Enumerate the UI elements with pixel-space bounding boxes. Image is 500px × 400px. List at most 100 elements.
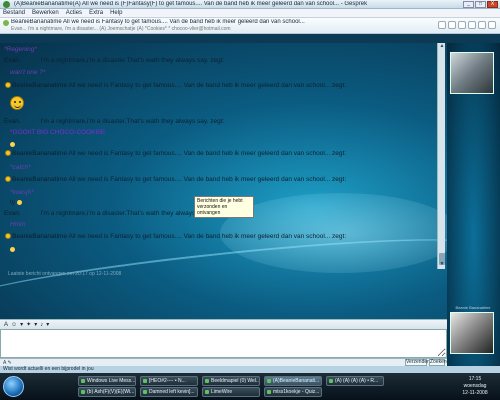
chat-text: *GOOIIT BIG CHOCO-COOKIIIE	[10, 129, 106, 136]
maximize-button[interactable]: □	[475, 1, 486, 8]
emoticon-button[interactable]: ☺	[11, 322, 17, 328]
clock-date: 12-11-2008	[462, 390, 488, 396]
contact-name[interactable]: BeanieBananatime All we need is Fantasy …	[11, 19, 411, 25]
own-name-label: Beanie Bananatime	[455, 305, 491, 310]
chat-text: Hmm	[10, 221, 26, 228]
chat-line: Evan. I'm a nightmare,i'm a disaster.Tha…	[4, 118, 224, 125]
message-input[interactable]	[1, 330, 446, 357]
chat-line	[10, 246, 15, 253]
call-icon[interactable]	[468, 21, 476, 29]
scroll-down-icon[interactable]: ▼	[439, 262, 445, 267]
nudge-button[interactable]: ♪	[40, 322, 43, 328]
sender-status: I'm a nightmare,i'm a disaster.That's wa…	[40, 57, 225, 64]
invite-icon[interactable]	[438, 21, 446, 29]
wink-dropdown-icon[interactable]: ▾	[34, 321, 37, 328]
taskbar-button[interactable]: Windows Live Mess...	[78, 376, 136, 386]
input-footer: A ✎ Verzenden Zoeken	[0, 358, 447, 366]
start-button[interactable]	[3, 376, 24, 397]
chat-line	[10, 141, 15, 148]
emoticon-dropdown-icon[interactable]: ▾	[20, 321, 23, 328]
minimize-button[interactable]: _	[463, 1, 474, 8]
clock-day: woensdag	[463, 383, 487, 389]
history-tooltip: Berichten die je hebt verzonden en ontva…	[194, 196, 254, 218]
video-icon[interactable]	[458, 21, 466, 29]
chat-line: Hmm	[10, 221, 26, 228]
menu-extra[interactable]: Extra	[89, 10, 103, 16]
sender-status: I'm a nightmare,i'm a disaster.That's wa…	[40, 118, 225, 125]
wink-button[interactable]: ✦	[26, 321, 31, 328]
games-icon[interactable]	[488, 21, 496, 29]
chat-line: Evan. I'm a nightmare,i'm a disaster.Tha…	[4, 57, 224, 64]
sender-status: All we need is Fantasy to get famous....…	[68, 176, 347, 183]
sender-status: All we need is Fantasy to get famous....…	[68, 233, 347, 240]
chat-line: BeanieBananatime All we need is Fantasy …	[4, 150, 346, 157]
menu-acties[interactable]: Acties	[66, 10, 82, 16]
chat-text: *koesjh*	[10, 189, 34, 196]
message-input-area	[0, 329, 447, 358]
chat-history[interactable]: *Regening* Evan. I'm a nightmare,i'm a d…	[0, 46, 437, 268]
taskbar-button[interactable]: Damned left kevin]...	[140, 387, 198, 397]
conversation-strip	[0, 34, 500, 43]
emoticon-icon	[16, 199, 22, 205]
font-button[interactable]: A	[4, 322, 8, 328]
sender-name: BeanieBananatime	[12, 82, 67, 89]
menu-bestand[interactable]: Bestand	[3, 10, 25, 16]
status-bar: Wist wordt actuelli en een bijprodel in …	[0, 366, 500, 373]
chat-line: BeanieBananatime All we need is Fantasy …	[4, 233, 346, 240]
taskbar-button[interactable]: miss1koekje - Quiz...	[264, 387, 322, 397]
taskbar-button[interactable]: Beeldmapiel (0) Wel...	[202, 376, 260, 386]
activities-icon[interactable]	[478, 21, 486, 29]
chat-line: BeanieBananatime All we need is Fantasy …	[4, 176, 346, 183]
nudge-dropdown-icon[interactable]: ▾	[46, 321, 49, 328]
chat-line: Evan. I'm a nightmare,i'm a disaster.Tha…	[4, 210, 224, 217]
send-button[interactable]: Verzenden	[405, 359, 430, 366]
chat-scrollbar[interactable]: ▲ ▼	[437, 43, 445, 269]
sender-name: BeanieBananatime	[12, 233, 67, 240]
chat-line: *koesjh*	[10, 189, 34, 196]
close-button[interactable]: X	[487, 1, 498, 8]
taskbar-button[interactable]: (b) Ash(F)(V)(E)(Wi...	[78, 387, 136, 397]
share-files-icon[interactable]	[448, 21, 456, 29]
chat-text: *catch*	[10, 164, 31, 171]
chat-line: *catch*	[10, 164, 31, 171]
scroll-up-icon[interactable]: ▲	[439, 44, 445, 49]
window-titlebar: (A)BeanieBananatime(A) All we need is (F…	[0, 0, 500, 9]
chat-text: *Regening*	[4, 46, 37, 53]
taskbar-button[interactable]: [HEO#2---- • N...	[140, 376, 198, 386]
chat-text: ty	[10, 199, 16, 206]
last-message-info: Laatste bericht ontvangen om 20:17 op 12…	[8, 271, 122, 277]
chat-line: ty	[10, 199, 22, 206]
sender-status: All we need is Fantasy to get famous....…	[68, 150, 347, 157]
cookie-icon	[10, 141, 15, 147]
taskbar: Windows Live Mess... [HEO#2---- • N... B…	[0, 373, 500, 400]
contact-header: BeanieBananatime All we need is Fantasy …	[0, 18, 500, 34]
sender-name: Evan.	[4, 57, 21, 64]
chat-text: wan't one ?*	[10, 69, 46, 76]
chat-line: *Regening*	[4, 46, 37, 53]
sender-name: BeanieBananatime	[12, 176, 67, 183]
status-icon	[3, 20, 9, 26]
search-button[interactable]: Zoeken	[429, 359, 447, 366]
big-smiley-icon	[10, 96, 24, 110]
messenger-icon	[3, 1, 10, 8]
chat-line: BeanieBananatime All we need is Fantasy …	[4, 82, 346, 89]
taskbar-button[interactable]: LimeWire	[202, 387, 260, 397]
taskbar-button-active[interactable]: (A)BeanieBananati...	[264, 376, 322, 386]
system-tray-clock[interactable]: 17:15 woensdag 12-11-2008	[452, 376, 498, 398]
contact-display-picture[interactable]	[450, 52, 494, 94]
sender-name: Evan.	[4, 210, 21, 217]
menu-help[interactable]: Help	[110, 10, 122, 16]
clock-time: 17:15	[468, 376, 482, 382]
taskbar-button[interactable]: (A) (A) (A) (A) • R...	[326, 376, 384, 386]
own-display-picture[interactable]	[450, 312, 494, 354]
emoticon-icon	[10, 246, 15, 252]
contact-subline: Evan... i'm a nightmare, i'm a disaster.…	[11, 26, 231, 32]
menu-bewerken[interactable]: Bewerken	[32, 10, 59, 16]
sender-name: BeanieBananatime	[12, 150, 67, 157]
window-title: (A)BeanieBananatime(A) All we need is (F…	[14, 1, 368, 7]
contact-toolbar	[438, 21, 496, 29]
sender-name: Evan.	[4, 118, 21, 125]
formatting-toolbar: A ☺ ▾ ✦ ▾ ♪ ▾	[0, 319, 447, 329]
chat-line: wan't one ?*	[10, 69, 46, 76]
smiley-icon	[5, 150, 11, 157]
